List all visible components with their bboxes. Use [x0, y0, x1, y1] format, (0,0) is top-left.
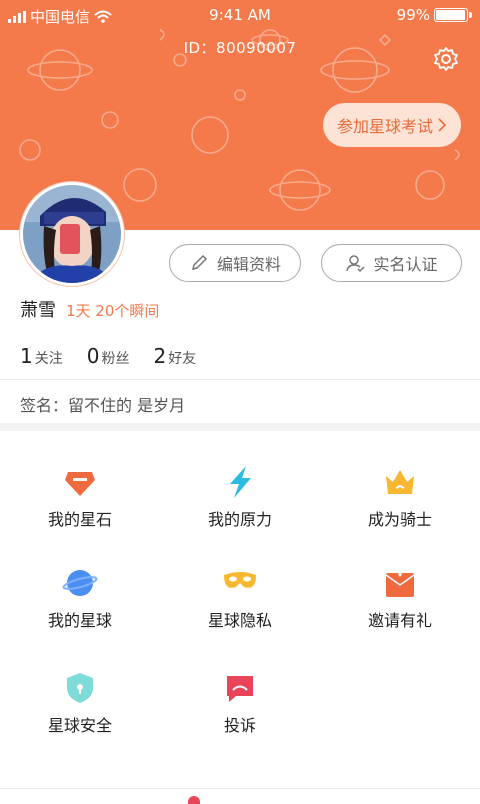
planet-exam-label: 参加星球考试	[336, 117, 433, 136]
tabbar-indicator	[188, 796, 200, 804]
menu-label: 投诉	[223, 716, 256, 735]
verify-identity-button[interactable]: 实名认证	[321, 244, 462, 282]
planet-exam-button[interactable]: 参加星球考试	[323, 103, 461, 147]
menu-label: 星球隐私	[207, 611, 272, 630]
stat-fans[interactable]: 0 粉丝	[87, 344, 130, 368]
edit-profile-label: 编辑资料	[216, 255, 281, 274]
menu-complaint[interactable]: 投诉	[160, 670, 320, 736]
battery-icon	[434, 8, 468, 22]
section-gap	[0, 423, 480, 431]
menu-planet-privacy[interactable]: 星球隐私	[160, 565, 320, 631]
avatar-photo	[23, 185, 121, 283]
crown-icon	[386, 470, 414, 494]
menu-label: 邀请有礼	[367, 611, 432, 630]
stat-following-label: 关注	[34, 351, 63, 367]
menu-label: 我的原力	[207, 510, 272, 529]
stat-fans-label: 粉丝	[101, 351, 130, 367]
menu-planet-security[interactable]: 星球安全	[0, 670, 160, 736]
avatar[interactable]	[20, 182, 124, 286]
gift-envelope-icon	[385, 571, 415, 597]
chevron-right-icon	[438, 118, 447, 132]
stat-friends[interactable]: 2 好友	[153, 344, 196, 368]
stat-following[interactable]: 1 关注	[20, 344, 63, 368]
status-bar: 中国电信 9:41 AM 99%	[0, 0, 480, 30]
menu-invite-gift[interactable]: 邀请有礼	[320, 565, 480, 631]
gear-icon[interactable]	[433, 46, 459, 72]
stat-friends-label: 好友	[168, 351, 197, 367]
mask-icon	[224, 572, 256, 588]
edit-profile-button[interactable]: 编辑资料	[169, 244, 301, 282]
signature[interactable]: 签名：留不住的 是岁月	[20, 392, 185, 416]
verify-identity-label: 实名认证	[373, 255, 438, 274]
divider	[0, 379, 480, 380]
lightning-icon	[230, 466, 251, 498]
stat-friends-value: 2	[153, 344, 167, 368]
menu-become-knight[interactable]: 成为骑士	[320, 464, 480, 530]
name-row: 萧雪 1天 20个瞬间	[20, 296, 159, 322]
menu-label: 我的星石	[47, 510, 112, 529]
menu-label: 星球安全	[47, 716, 112, 735]
menu-my-planet[interactable]: 我的星球	[0, 565, 160, 631]
planet-icon	[62, 570, 98, 596]
days-moments[interactable]: 1天 20个瞬间	[66, 300, 159, 321]
battery-percent: 99%	[396, 6, 430, 24]
battery-tip	[469, 12, 472, 18]
menu-label: 我的星球	[47, 611, 112, 630]
pencil-icon	[191, 254, 208, 271]
menu-label: 成为骑士	[367, 510, 432, 529]
stats-row: 1 关注 0 粉丝 2 好友	[20, 344, 196, 368]
user-name: 萧雪	[20, 300, 56, 321]
user-verify-icon	[346, 255, 366, 273]
complaint-icon	[227, 676, 253, 702]
bottom-divider	[0, 788, 480, 789]
gem-icon	[65, 472, 95, 496]
shield-icon	[67, 673, 93, 703]
menu-my-star-stone[interactable]: 我的星石	[0, 464, 160, 530]
stat-fans-value: 0	[86, 344, 100, 368]
user-id: ID：80090007	[183, 39, 297, 57]
menu-my-force[interactable]: 我的原力	[160, 464, 320, 530]
stat-following-value: 1	[20, 344, 33, 368]
